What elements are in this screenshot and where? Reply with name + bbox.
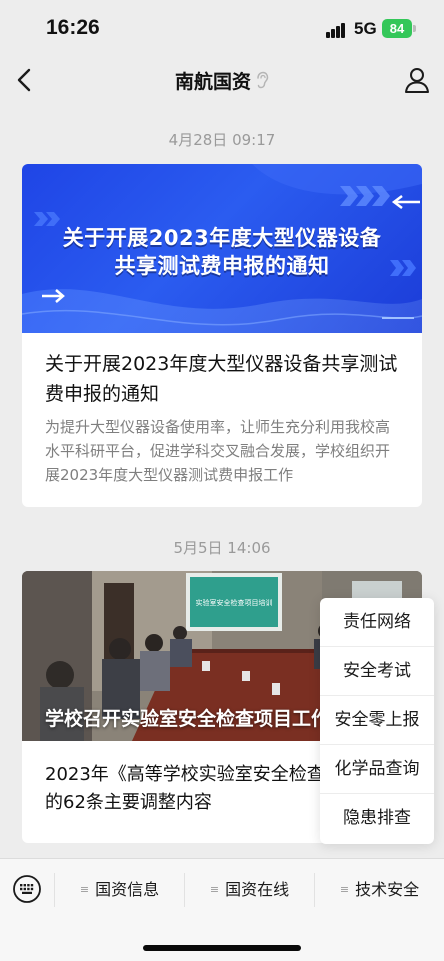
menu-item-chemical-query[interactable]: 化学品查询 <box>320 745 434 794</box>
ear-icon <box>255 71 269 94</box>
tab-label: 技术安全 <box>355 880 420 899</box>
article-card[interactable]: 关于开展2023年度大型仪器设备 共享测试费申报的通知 关于开展2023年度大型… <box>22 164 422 507</box>
article-banner: 关于开展2023年度大型仪器设备 共享测试费申报的通知 <box>22 164 422 333</box>
menu-lines-icon: ≡ <box>339 883 350 896</box>
message-timestamp: 5月5日 14:06 <box>173 539 271 557</box>
menu-item-hazard-check[interactable]: 隐患排查 <box>320 794 434 843</box>
battery-icon: 84 <box>382 19 412 38</box>
projector-title: 实验室安全检查项目培训 <box>196 598 273 607</box>
battery-tip <box>413 25 416 32</box>
home-indicator <box>143 945 301 951</box>
tab-asset-info[interactable]: ≡ 国资信息 <box>55 859 184 921</box>
nav-bar: 南航国资 <box>0 56 444 104</box>
menu-item-zero-report[interactable]: 安全零上报 <box>320 696 434 745</box>
keyboard-toggle-button[interactable] <box>12 874 42 904</box>
tab-tech-safety[interactable]: ≡ 技术安全 <box>315 859 444 921</box>
person-icon <box>405 68 429 93</box>
article-title: 关于开展2023年度大型仪器设备共享测试费申报的通知 <box>45 353 398 405</box>
page-title-text: 南航国资 <box>174 71 251 93</box>
photo-caption: 学校召开实验室安全检查项目工作会 <box>45 708 350 730</box>
keyboard-icon <box>13 875 41 903</box>
signal-icon <box>326 22 348 38</box>
menu-lines-icon: ≡ <box>209 883 220 896</box>
tab-asset-online[interactable]: ≡ 国资在线 <box>185 859 314 921</box>
article-body: 关于开展2023年度大型仪器设备共享测试费申报的通知 为提升大型仪器设备使用率，… <box>22 333 422 507</box>
network-type: 5G <box>354 19 377 38</box>
menu-item-safety-exam[interactable]: 安全考试 <box>320 647 434 696</box>
menu-item-responsibility-network[interactable]: 责任网络 <box>320 598 434 647</box>
article-summary: 为提升大型仪器设备使用率，让师生充分利用我校高水平科研平台，促进学科交叉融合发展… <box>45 418 391 484</box>
page-title: 南航国资 <box>0 67 444 94</box>
banner-line-1: 关于开展2023年度大型仪器设备 <box>62 226 382 250</box>
profile-button[interactable] <box>402 64 432 96</box>
message-timestamp: 4月28日 09:17 <box>168 131 276 149</box>
tab-label: 国资信息 <box>95 880 160 899</box>
status-time: 16:26 <box>46 16 100 39</box>
menu-lines-icon: ≡ <box>79 883 90 896</box>
status-bar: 16:26 5G 84 <box>0 0 444 56</box>
banner-line-2: 共享测试费申报的通知 <box>114 254 330 278</box>
tab-label: 国资在线 <box>225 880 290 899</box>
submenu-popup: 责任网络 安全考试 安全零上报 化学品查询 隐患排查 <box>320 598 434 844</box>
